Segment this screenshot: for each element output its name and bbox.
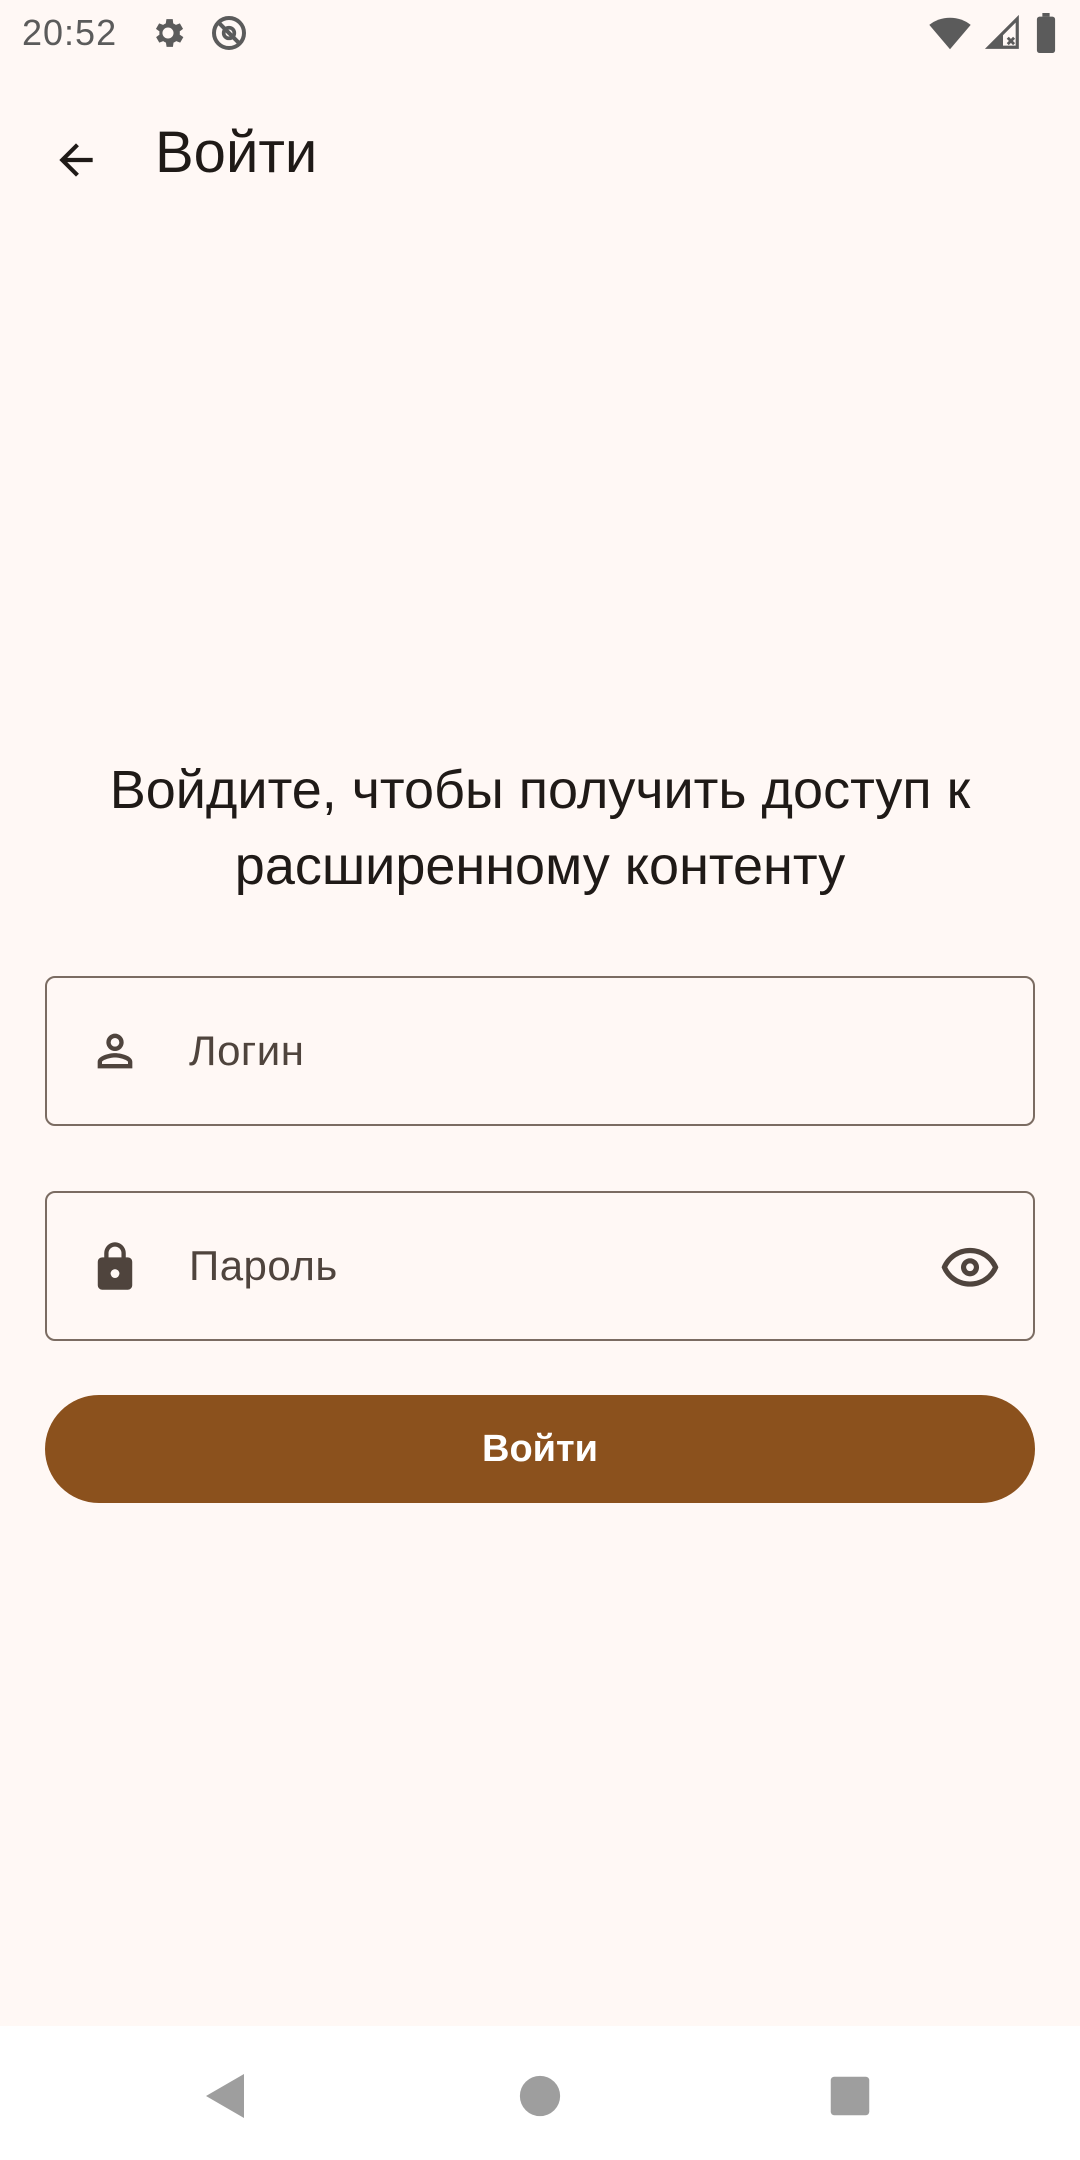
eye-icon[interactable] [935, 1231, 1005, 1301]
page-title: Войти [155, 120, 318, 185]
wifi-icon [928, 15, 972, 51]
cellular-no-signal-icon [984, 14, 1022, 52]
nav-home-icon [519, 2075, 561, 2117]
login-field[interactable]: Логин [45, 976, 1035, 1126]
password-field[interactable]: Пароль [45, 1191, 1035, 1341]
password-placeholder: Пароль [189, 1242, 338, 1289]
no-sync-icon [209, 13, 249, 53]
status-bar: 20:52 [0, 0, 1080, 66]
status-system-icons [928, 13, 1058, 53]
back-button[interactable] [40, 124, 112, 196]
login-headline: Войдите, чтобы получить доступ к расшире… [109, 760, 971, 896]
arrow-back-icon [51, 135, 101, 185]
lock-icon [85, 1236, 145, 1296]
status-time: 20:52 [22, 12, 118, 53]
nav-recents-button[interactable] [820, 2066, 880, 2126]
person-icon [85, 1021, 145, 1081]
system-nav-bar [0, 2026, 1080, 2160]
top-app-bar: Войти [0, 88, 1080, 220]
settings-icon [149, 14, 187, 52]
login-submit-button[interactable]: Войти [45, 1395, 1035, 1503]
nav-home-button[interactable] [510, 2066, 570, 2126]
nav-recents-icon [829, 2075, 871, 2117]
nav-back-button[interactable] [196, 2066, 256, 2126]
nav-back-icon [204, 2072, 248, 2120]
status-notification-icons [149, 13, 249, 53]
login-submit-label: Войти [482, 1427, 598, 1470]
login-placeholder: Логин [189, 1027, 305, 1074]
battery-icon [1034, 13, 1058, 53]
